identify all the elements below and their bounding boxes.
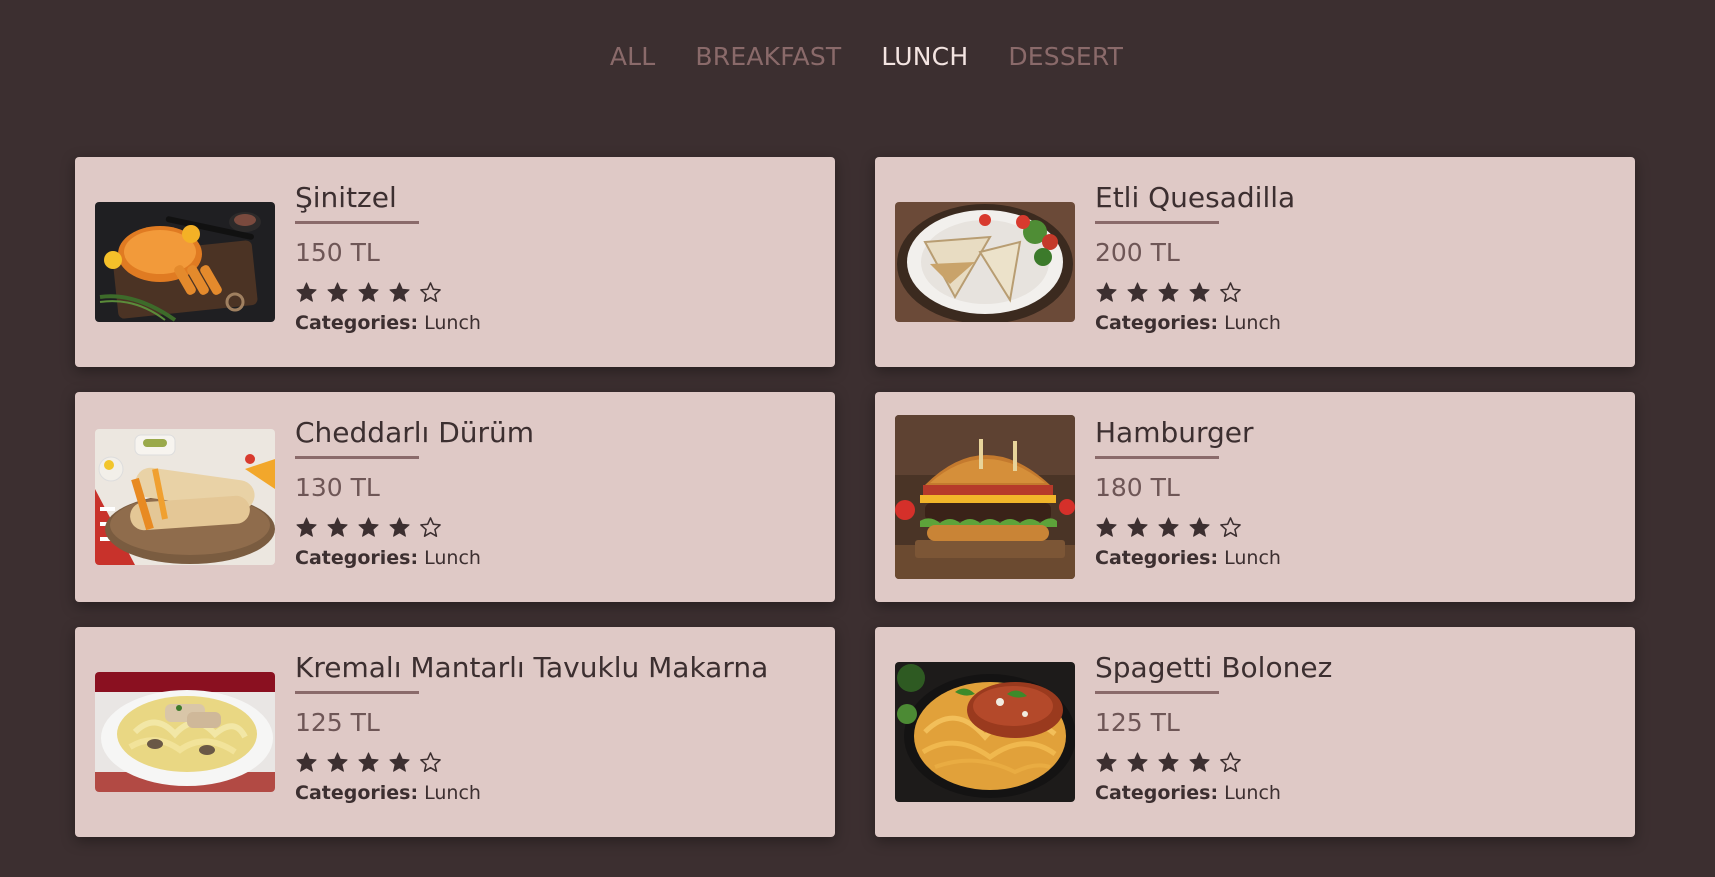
filter-lunch-button[interactable]: LUNCH [881,42,968,71]
menu-item-price: 180 TL [1095,473,1180,502]
rating-stars [1095,515,1281,539]
category-value: Lunch [1224,547,1281,569]
menu-card: Cheddarlı Dürüm 130 TL Categories: Lunch [75,392,835,602]
menu-item-categories: Categories: Lunch [1095,547,1281,569]
filter-all-button[interactable]: ALL [610,42,656,71]
title-underline [295,221,419,224]
menu-card: Etli Quesadilla 200 TL Categories: Lunch [875,157,1635,367]
category-value: Lunch [424,782,481,804]
star-empty-icon [419,281,442,304]
star-filled-icon [1157,751,1180,774]
menu-item-title: Kremalı Mantarlı Tavuklu Makarna [295,651,769,684]
hamburger-image [895,415,1075,579]
star-filled-icon [1095,281,1118,304]
category-value: Lunch [424,547,481,569]
menu-item-price: 125 TL [295,708,380,737]
category-value: Lunch [424,312,481,334]
title-underline [295,691,419,694]
star-filled-icon [326,281,349,304]
filter-dessert-button[interactable]: DESSERT [1008,42,1123,71]
categories-label: Categories: [1095,547,1219,569]
menu-card-info: Spagetti Bolonez 125 TL Categories: Lunc… [1095,627,1332,837]
menu-card: Spagetti Bolonez 125 TL Categories: Lunc… [875,627,1635,837]
category-filter-bar: ALL BREAKFAST LUNCH DESSERT [0,42,1715,71]
star-empty-icon [419,516,442,539]
title-underline [295,456,419,459]
menu-item-title: Etli Quesadilla [1095,181,1296,214]
menu-item-categories: Categories: Lunch [1095,312,1295,334]
menu-item-title: Hamburger [1095,416,1254,449]
star-filled-icon [388,281,411,304]
title-underline [1095,691,1219,694]
star-filled-icon [1157,281,1180,304]
star-filled-icon [357,281,380,304]
menu-card: Hamburger 180 TL Categories: Lunch [875,392,1635,602]
rating-stars [1095,750,1332,774]
menu-card-info: Şinitzel 150 TL Categories: Lunch [295,157,481,367]
star-filled-icon [1188,751,1211,774]
schnitzel-image [95,202,275,322]
rating-stars [295,515,534,539]
star-filled-icon [326,751,349,774]
star-filled-icon [357,516,380,539]
star-filled-icon [1126,516,1149,539]
menu-item-categories: Categories: Lunch [295,312,481,334]
menu-item-title: Spagetti Bolonez [1095,651,1333,684]
menu-item-price: 200 TL [1095,238,1180,267]
menu-card: Şinitzel 150 TL Categories: Lunch [75,157,835,367]
star-filled-icon [1188,516,1211,539]
menu-item-categories: Categories: Lunch [295,782,768,804]
star-filled-icon [357,751,380,774]
menu-card-info: Etli Quesadilla 200 TL Categories: Lunch [1095,157,1295,367]
menu-item-price: 130 TL [295,473,380,502]
menu-grid: Şinitzel 150 TL Categories: Lunch Etli Q… [75,157,1635,837]
categories-label: Categories: [295,782,419,804]
filter-breakfast-button[interactable]: BREAKFAST [695,42,841,71]
rating-stars [295,280,481,304]
categories-label: Categories: [295,312,419,334]
quesadilla-image [895,202,1075,322]
menu-item-title: Cheddarlı Dürüm [295,416,535,449]
durum-image [95,429,275,565]
menu-item-price: 150 TL [295,238,380,267]
star-empty-icon [1219,751,1242,774]
star-empty-icon [1219,281,1242,304]
menu-card-info: Cheddarlı Dürüm 130 TL Categories: Lunch [295,392,534,602]
menu-card: Kremalı Mantarlı Tavuklu Makarna 125 TL … [75,627,835,837]
star-filled-icon [1095,516,1118,539]
title-underline [1095,221,1219,224]
star-empty-icon [1219,516,1242,539]
title-underline [1095,456,1219,459]
star-filled-icon [1188,281,1211,304]
star-filled-icon [295,516,318,539]
star-filled-icon [295,281,318,304]
menu-card-info: Kremalı Mantarlı Tavuklu Makarna 125 TL … [295,627,768,837]
menu-item-categories: Categories: Lunch [1095,782,1332,804]
star-filled-icon [388,751,411,774]
rating-stars [1095,280,1295,304]
menu-card-info: Hamburger 180 TL Categories: Lunch [1095,392,1281,602]
star-filled-icon [1095,751,1118,774]
categories-label: Categories: [1095,782,1219,804]
star-empty-icon [419,751,442,774]
menu-item-categories: Categories: Lunch [295,547,534,569]
star-filled-icon [388,516,411,539]
categories-label: Categories: [1095,312,1219,334]
category-value: Lunch [1224,312,1281,334]
star-filled-icon [295,751,318,774]
star-filled-icon [1126,281,1149,304]
category-value: Lunch [1224,782,1281,804]
star-filled-icon [1126,751,1149,774]
categories-label: Categories: [295,547,419,569]
star-filled-icon [326,516,349,539]
spaghetti-image [895,662,1075,802]
rating-stars [295,750,768,774]
pasta-image [95,672,275,792]
star-filled-icon [1157,516,1180,539]
menu-item-title: Şinitzel [295,181,397,214]
menu-item-price: 125 TL [1095,708,1180,737]
